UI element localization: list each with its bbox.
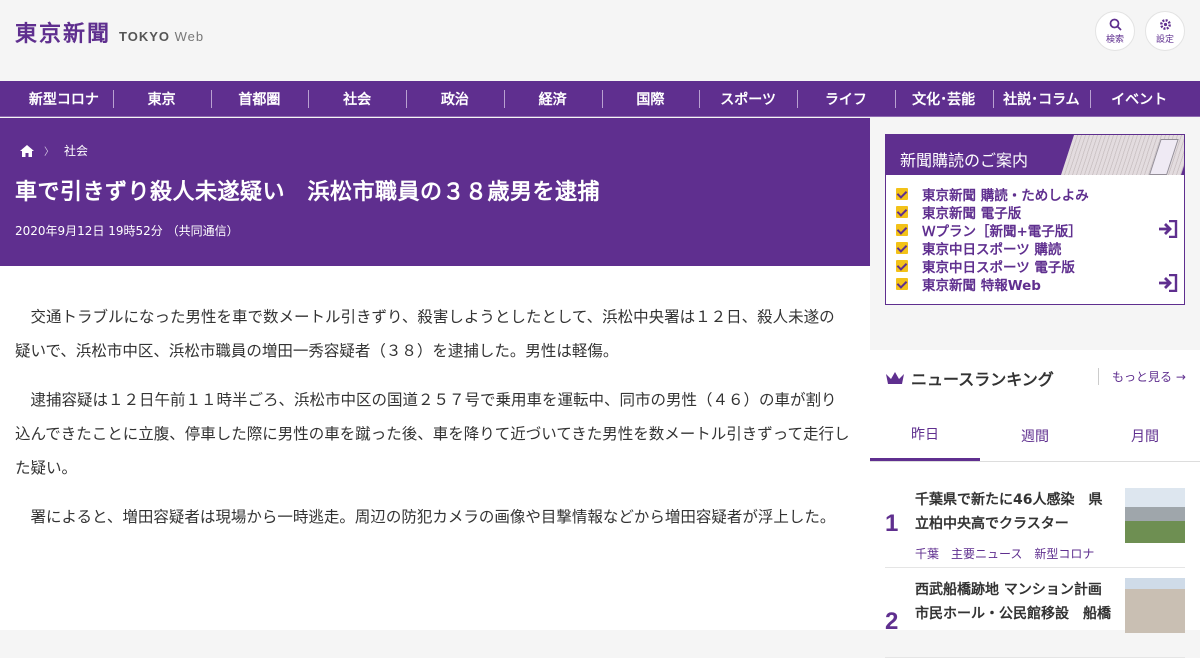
- logo-tokyo: TOKYO: [119, 29, 171, 44]
- search-icon: [1109, 18, 1122, 31]
- settings-label: 設定: [1155, 34, 1174, 45]
- subscription-item[interactable]: Ｗプラン［新聞+電子版］: [896, 221, 1184, 240]
- nav-item-corona[interactable]: 新型コロナ: [15, 81, 113, 116]
- subscription-item-label: 東京新聞 電子版: [922, 206, 1022, 222]
- ranking-title: ニュースランキング: [911, 370, 1054, 389]
- article-paragraph: 署によると、増田容疑者は現場から一時逃走。周辺の防犯カメラの画像や目撃情報などか…: [30, 508, 836, 526]
- check-icon: [896, 188, 908, 200]
- subscription-box: 新聞購読のご案内 東京新聞 購読・ためしよみ 東京新聞 電子版 Ｗプラン［新聞+…: [885, 134, 1185, 305]
- ranking-item[interactable]: 1 千葉県で新たに46人感染 県立柏中央高でクラスター 千葉 主要ニュース 新型…: [885, 478, 1185, 568]
- article-paragraph: 逮捕容疑は１２日午前１１時半ごろ、浜松市中区の国道２５７号で乗用車を運転中、同市…: [15, 391, 850, 477]
- site-header: 東京新聞 TOKYO Web 検索 設定: [0, 0, 1200, 70]
- subscription-item-label: 東京新聞 購読・ためしよみ: [922, 188, 1089, 204]
- nav-item-shutoken[interactable]: 首都圏: [210, 81, 309, 116]
- subscription-item[interactable]: 東京新聞 購読・ためしよみ: [896, 185, 1184, 204]
- subscription-item-label: 東京新聞 特報Web: [922, 278, 1041, 294]
- nav-item-world[interactable]: 国際: [601, 81, 700, 116]
- settings-button[interactable]: 設定: [1145, 11, 1185, 51]
- tab-weekly[interactable]: 週間: [980, 410, 1090, 461]
- subscription-item-label: 東京中日スポーツ 電子版: [922, 260, 1075, 276]
- ranking-tag[interactable]: 新型コロナ: [1034, 545, 1094, 562]
- ranking-number: 1: [885, 510, 899, 537]
- logo-english: TOKYO Web: [119, 29, 204, 44]
- subscription-item-label: Ｗプラン［新聞+電子版］: [922, 224, 1082, 240]
- check-icon: [896, 242, 908, 254]
- article-paragraph: 交通トラブルになった男性を車で数メートル引きずり、殺害しようとしたとして、浜松中…: [15, 308, 835, 360]
- main-nav: 新型コロナ 東京 首都圏 社会 政治 経済 国際 スポーツ ライフ 文化･芸能 …: [0, 81, 1200, 117]
- subscription-item[interactable]: 東京新聞 電子版: [896, 203, 1184, 222]
- ranking-item-title: 西武船橋跡地 マンション計画 市民ホール・公民館移設 船橋: [915, 582, 1111, 622]
- breadcrumb-separator-icon: 〉: [44, 147, 54, 158]
- crown-icon: [886, 372, 904, 384]
- sidebar: 新聞購読のご案内 東京新聞 購読・ためしよみ 東京新聞 電子版 Ｗプラン［新聞+…: [870, 118, 1200, 658]
- login-icon[interactable]: [1158, 274, 1178, 292]
- nav-item-sports[interactable]: スポーツ: [699, 81, 797, 116]
- subscription-item[interactable]: 東京新聞 特報Web: [896, 275, 1184, 294]
- subscription-item-label: 東京中日スポーツ 購読: [922, 242, 1062, 258]
- ranking-thumbnail: [1125, 578, 1185, 633]
- nav-item-politics[interactable]: 政治: [406, 81, 504, 116]
- check-icon: [896, 278, 908, 290]
- nav-item-society[interactable]: 社会: [308, 81, 406, 116]
- tab-monthly[interactable]: 月間: [1090, 410, 1200, 461]
- nav-item-culture[interactable]: 文化･芸能: [894, 81, 993, 116]
- nav-item-economy[interactable]: 経済: [503, 81, 602, 116]
- article-title: 車で引きずり殺人未遂疑い 浜松市職員の３８歳男を逮捕: [15, 180, 601, 205]
- tab-yesterday[interactable]: 昨日: [870, 410, 980, 461]
- check-icon: [896, 224, 908, 236]
- gear-icon: [1159, 18, 1171, 30]
- search-button[interactable]: 検索: [1095, 11, 1135, 51]
- logo-web: Web: [174, 29, 205, 44]
- ranking-tags: 千葉 主要ニュース 新型コロナ: [915, 545, 1094, 562]
- article-header: 〉 社会 車で引きずり殺人未遂疑い 浜松市職員の３８歳男を逮捕 2020年9月1…: [0, 118, 870, 266]
- ranking-header: ニュースランキング: [885, 366, 1054, 390]
- check-icon: [896, 260, 908, 272]
- ranking-number: 2: [885, 608, 899, 635]
- newspaper-image: [1061, 135, 1184, 175]
- search-label: 検索: [1105, 34, 1124, 45]
- ranking-item[interactable]: 2 西武船橋跡地 マンション計画 市民ホール・公民館移設 船橋: [885, 568, 1185, 658]
- breadcrumb: 〉 社会: [20, 142, 88, 159]
- breadcrumb-category[interactable]: 社会: [64, 142, 88, 159]
- subscription-item[interactable]: 東京中日スポーツ 購読: [896, 239, 1184, 258]
- home-icon[interactable]: [20, 144, 34, 157]
- site-logo[interactable]: 東京新聞 TOKYO Web: [15, 16, 204, 48]
- article-body: 交通トラブルになった男性を車で数メートル引きずり、殺害しようとしたとして、浜松中…: [0, 266, 870, 630]
- subscription-list: 東京新聞 購読・ためしよみ 東京新聞 電子版 Ｗプラン［新聞+電子版］ 東京中日…: [886, 175, 1184, 294]
- ranking-tag[interactable]: 主要ニュース: [951, 545, 1022, 562]
- article-date: 2020年9月12日 19時52分 （共同通信）: [15, 224, 239, 238]
- ranking-more-link[interactable]: もっと見る →: [1098, 368, 1186, 385]
- ranking-item-title: 千葉県で新たに46人感染 県立柏中央高でクラスター: [915, 492, 1103, 532]
- nav-item-editorial[interactable]: 社説･コラム: [992, 81, 1091, 116]
- nav-item-life[interactable]: ライフ: [797, 81, 895, 116]
- arrow-right-icon: →: [1175, 370, 1186, 384]
- logo-japanese: 東京新聞: [15, 21, 112, 47]
- subscription-header: 新聞購読のご案内: [886, 135, 1184, 175]
- subscription-item[interactable]: 東京中日スポーツ 電子版: [896, 257, 1184, 276]
- nav-item-events[interactable]: イベント: [1090, 81, 1188, 116]
- ranking-thumbnail: [1125, 488, 1185, 543]
- news-ranking: ニュースランキング もっと見る → 昨日 週間 月間 1 千葉県で新たに46人感…: [870, 350, 1200, 658]
- ranking-tag[interactable]: 千葉: [915, 545, 939, 562]
- subscription-title: 新聞購読のご案内: [900, 151, 1029, 170]
- login-icon[interactable]: [1158, 220, 1178, 238]
- ranking-more-label: もっと見る: [1112, 370, 1173, 384]
- nav-item-tokyo[interactable]: 東京: [112, 81, 211, 116]
- ranking-tabs: 昨日 週間 月間: [870, 410, 1200, 462]
- check-icon: [896, 206, 908, 218]
